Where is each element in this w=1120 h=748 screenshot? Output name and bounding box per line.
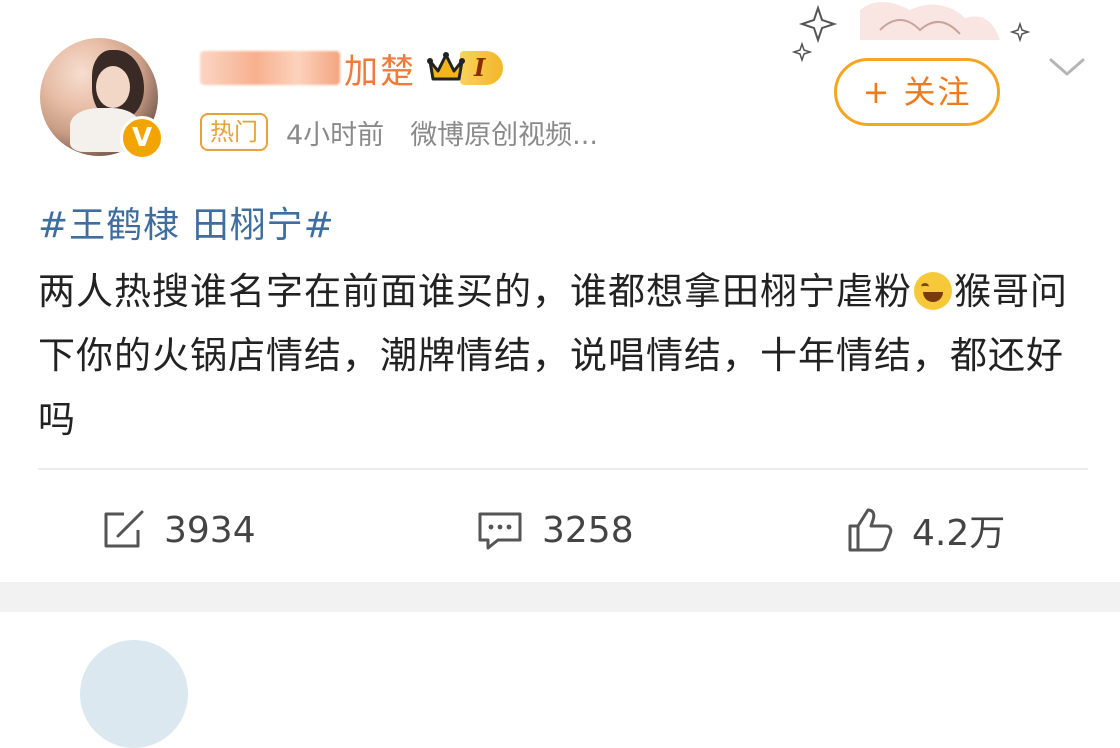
chevron-down-icon[interactable] bbox=[1045, 52, 1089, 82]
membership-badge[interactable]: I bbox=[426, 51, 504, 85]
laughing-crying-emoji-icon bbox=[914, 272, 952, 310]
next-post-card bbox=[0, 612, 1120, 748]
verified-badge-icon: V bbox=[120, 116, 164, 160]
hot-tag: 热门 bbox=[200, 113, 268, 151]
divider bbox=[38, 468, 1088, 470]
repost-button[interactable]: 3934 bbox=[100, 490, 256, 570]
post-text-part-1: 两人热搜谁名字在前面谁买的，谁都想拿田栩宁虐粉 bbox=[38, 270, 912, 313]
post-meta: 热门 4小时前 微博原创视频... bbox=[200, 110, 598, 154]
follow-button[interactable]: + 关注 bbox=[834, 58, 1000, 126]
post-source[interactable]: 微博原创视频... bbox=[410, 113, 598, 152]
username[interactable]: 加楚 bbox=[344, 44, 416, 93]
crown-icon bbox=[427, 52, 465, 81]
avatar-face bbox=[96, 66, 130, 108]
post-time: 4小时前 bbox=[286, 119, 385, 151]
hashtag-link[interactable]: #王鹤棣 田栩宁# bbox=[38, 196, 335, 248]
username-redacted bbox=[200, 51, 340, 85]
level-tag: I bbox=[460, 51, 504, 85]
repost-count: 3934 bbox=[164, 509, 256, 551]
comment-icon bbox=[478, 512, 522, 550]
username-row: 加楚 I bbox=[200, 40, 504, 96]
thumbs-up-icon bbox=[848, 508, 893, 552]
like-count: 4.2万 bbox=[912, 513, 1006, 554]
comment-count: 3258 bbox=[542, 509, 634, 551]
repost-icon bbox=[104, 510, 144, 548]
action-bar: 3934 3258 4.2万 bbox=[0, 490, 1120, 570]
weibo-post-card: V 加楚 I 热门 4小时前 微博原创视频... + 关注 #王鹤棣 田栩宁# … bbox=[0, 0, 1120, 582]
comment-button[interactable]: 3258 bbox=[476, 490, 634, 570]
post-text: 两人热搜谁名字在前面谁买的，谁都想拿田栩宁虐粉 猴哥问下你的火锅店情结，潮牌情结，… bbox=[38, 260, 1088, 452]
feed-separator bbox=[0, 582, 1120, 612]
next-post-avatar[interactable] bbox=[80, 640, 188, 748]
like-button[interactable]: 4.2万 bbox=[846, 490, 1005, 570]
